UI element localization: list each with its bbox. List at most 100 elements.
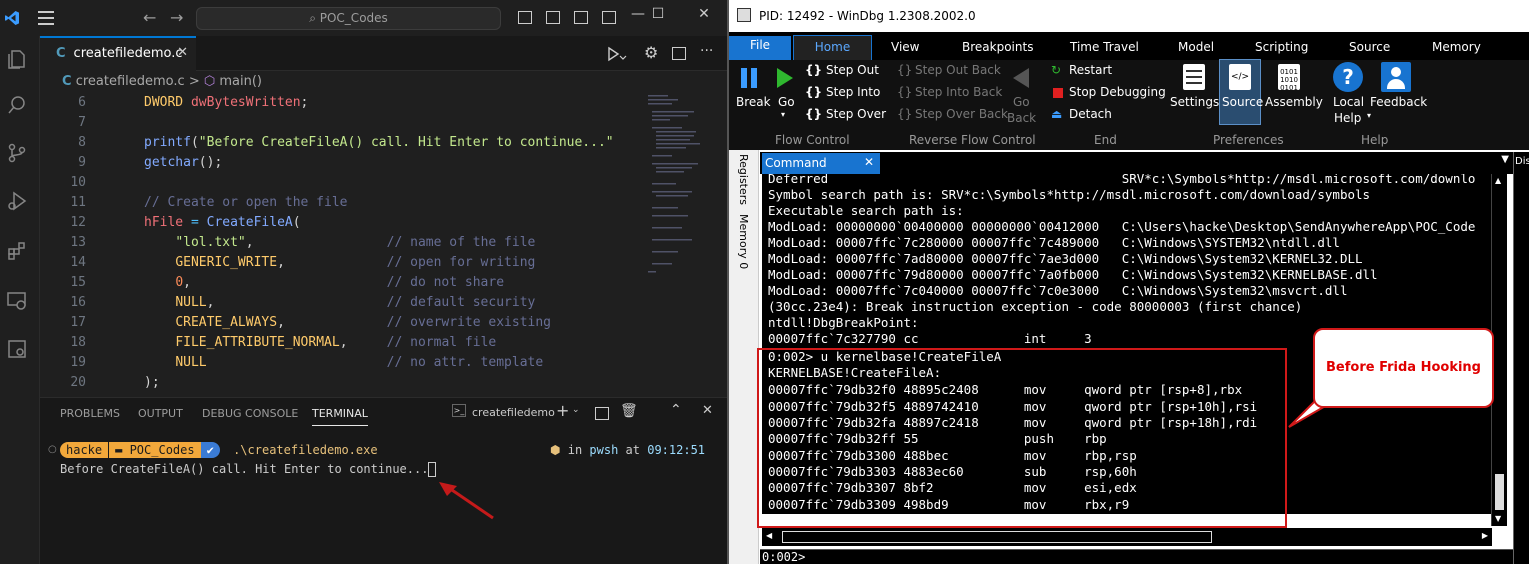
close-panel-icon[interactable]: ✕ xyxy=(702,403,713,418)
feedback-button[interactable]: Feedback xyxy=(1370,95,1427,109)
tab-createfiledemo[interactable]: Ccreatefiledemo.c ✕ xyxy=(40,36,196,71)
tab-debug-console[interactable]: DEBUG CONSOLE xyxy=(202,407,298,420)
function-symbol-icon: ⬡ xyxy=(203,74,216,89)
assembly-button[interactable]: Assembly xyxy=(1265,95,1323,109)
remote-explorer-icon[interactable] xyxy=(6,290,28,312)
local-help-label-2[interactable]: Help xyxy=(1334,111,1361,125)
breadcrumb: C createfiledemo.c > ⬡ main() xyxy=(40,71,727,93)
detach-button[interactable]: Detach xyxy=(1069,107,1112,121)
line-number: 6 xyxy=(78,95,86,110)
gear-icon[interactable]: ⚙ xyxy=(644,43,658,62)
more-actions-icon[interactable]: ··· xyxy=(700,43,713,59)
explorer-icon[interactable] xyxy=(6,48,28,70)
go-button[interactable]: Go xyxy=(778,95,795,109)
shell-icon: ⬢ xyxy=(550,443,561,457)
run-debug-icon[interactable] xyxy=(6,190,28,212)
maximize-icon[interactable]: ☐ xyxy=(638,6,678,22)
tab-terminal[interactable]: TERMINAL xyxy=(312,407,368,426)
tab-memory-0[interactable]: Memory 0 xyxy=(737,214,750,269)
scroll-down-icon[interactable]: ▼ xyxy=(1495,514,1501,523)
add-terminal-icon[interactable]: + xyxy=(556,401,569,420)
close-window-icon[interactable]: ✕ xyxy=(684,6,724,22)
terminal-content[interactable]: hacke ▬ POC_Codes ✔ .\createfiledemo.exe B… xyxy=(60,442,437,477)
close-tab-icon[interactable]: ✕ xyxy=(177,45,188,60)
split-terminal-icon[interactable] xyxy=(595,407,609,420)
local-help-label-1[interactable]: Local xyxy=(1333,95,1364,109)
code-editor[interactable]: 6 7 8 9 10 11 12 13 14 15 16 17 18 19 20 DWORD dwBytes… xyxy=(40,93,640,396)
scroll-thumb[interactable] xyxy=(1495,474,1504,510)
step-into-button[interactable]: Step Into xyxy=(826,85,880,99)
settings-button[interactable]: Settings xyxy=(1170,95,1219,109)
tab-file[interactable]: File xyxy=(729,36,791,60)
step-out-button[interactable]: Step Out xyxy=(826,63,879,77)
tab-breakpoints[interactable]: Breakpoints xyxy=(962,40,1033,54)
tab-scripting[interactable]: Scripting xyxy=(1255,40,1308,54)
tab-output[interactable]: OUTPUT xyxy=(138,407,183,420)
line-number: 7 xyxy=(78,115,86,130)
window-options-icon[interactable]: ▼ xyxy=(1501,154,1509,165)
help-chevron-icon[interactable]: ▾ xyxy=(1367,111,1371,120)
go-chevron-icon[interactable]: ▾ xyxy=(781,110,785,119)
tab-memory[interactable]: Memory xyxy=(1432,40,1481,54)
tab-command[interactable]: Command ✕ xyxy=(762,153,880,174)
terminal-name[interactable]: createfiledemo xyxy=(472,406,555,419)
line-number: 18 xyxy=(70,335,86,350)
tab-source[interactable]: Source xyxy=(1349,40,1390,54)
hscroll-thumb[interactable] xyxy=(782,531,1212,543)
help-icon[interactable]: ? xyxy=(1333,62,1363,92)
docker-icon[interactable] xyxy=(6,338,28,360)
horizontal-scrollbar[interactable]: ◀ ▶ xyxy=(762,528,1492,546)
break-icon[interactable] xyxy=(739,66,761,90)
toggle-secondary-sidebar-icon[interactable] xyxy=(574,11,588,24)
break-button[interactable]: Break xyxy=(736,95,771,109)
scroll-left-icon[interactable]: ◀ xyxy=(766,531,772,540)
go-icon[interactable] xyxy=(775,66,795,90)
forward-arrow-icon[interactable]: → xyxy=(170,8,183,27)
step-over-button[interactable]: Step Over xyxy=(826,107,886,121)
run-file-icon[interactable] xyxy=(606,46,628,62)
search-icon[interactable] xyxy=(6,94,28,116)
toggle-panel-icon[interactable] xyxy=(546,11,560,24)
feedback-icon[interactable] xyxy=(1381,62,1411,92)
maximize-panel-icon[interactable]: ⌃ xyxy=(670,402,682,418)
tab-view[interactable]: View xyxy=(891,40,919,54)
go-back-icon[interactable] xyxy=(1011,66,1031,90)
line-number: 13 xyxy=(70,235,86,250)
minimap[interactable] xyxy=(640,93,720,303)
step-over-back-button[interactable]: Step Over Back xyxy=(915,107,1008,121)
scroll-up-icon[interactable]: ▲ xyxy=(1495,176,1501,185)
source-control-icon[interactable] xyxy=(6,142,28,164)
tab-home[interactable]: Home xyxy=(793,35,872,60)
step-out-back-button[interactable]: Step Out Back xyxy=(915,63,1001,77)
toggle-sidebar-icon[interactable] xyxy=(518,11,532,24)
source-button[interactable]: Source xyxy=(1222,95,1263,109)
step-into-back-button[interactable]: Step Into Back xyxy=(915,85,1002,99)
tab-time-travel[interactable]: Time Travel xyxy=(1070,40,1139,54)
customize-layout-icon[interactable] xyxy=(602,11,616,24)
back-arrow-icon[interactable]: ← xyxy=(143,8,156,27)
tab-registers[interactable]: Registers xyxy=(737,154,750,205)
source-icon[interactable]: </> xyxy=(1229,64,1251,90)
step-over-back-icon: {} xyxy=(897,107,913,121)
restart-button[interactable]: Restart xyxy=(1069,63,1112,77)
breadcrumb-symbol[interactable]: main() xyxy=(219,74,262,89)
output-line: ModLoad: 00007ffc`7ad80000 00007ffc`7ae3… xyxy=(768,251,1363,266)
split-editor-icon[interactable] xyxy=(672,47,686,60)
scroll-right-icon[interactable]: ▶ xyxy=(1482,531,1488,540)
settings-icon[interactable] xyxy=(1183,64,1205,90)
command-center-search[interactable]: ⌕ POC_Codes xyxy=(196,7,501,30)
command-input[interactable]: 0:002> xyxy=(760,549,1513,564)
tab-problems[interactable]: PROBLEMS xyxy=(60,407,120,420)
menu-icon[interactable] xyxy=(38,11,54,25)
git-check-icon: ✔ xyxy=(200,442,220,458)
assembly-icon[interactable]: 0101 1010 0101 xyxy=(1278,64,1300,92)
breadcrumb-file[interactable]: createfiledemo.c xyxy=(76,74,185,89)
trash-icon[interactable]: 🗑 xyxy=(620,403,638,419)
disassembly-tab-label[interactable]: Dis xyxy=(1515,156,1529,167)
stop-debugging-button[interactable]: Stop Debugging xyxy=(1069,85,1166,99)
close-command-tab-icon[interactable]: ✕ xyxy=(864,155,874,169)
chevron-down-icon[interactable]: ⌄ xyxy=(572,405,580,415)
tab-model[interactable]: Model xyxy=(1178,40,1214,54)
output-line: ntdll!DbgBreakPoint: xyxy=(768,315,919,330)
extensions-icon[interactable] xyxy=(6,240,28,262)
